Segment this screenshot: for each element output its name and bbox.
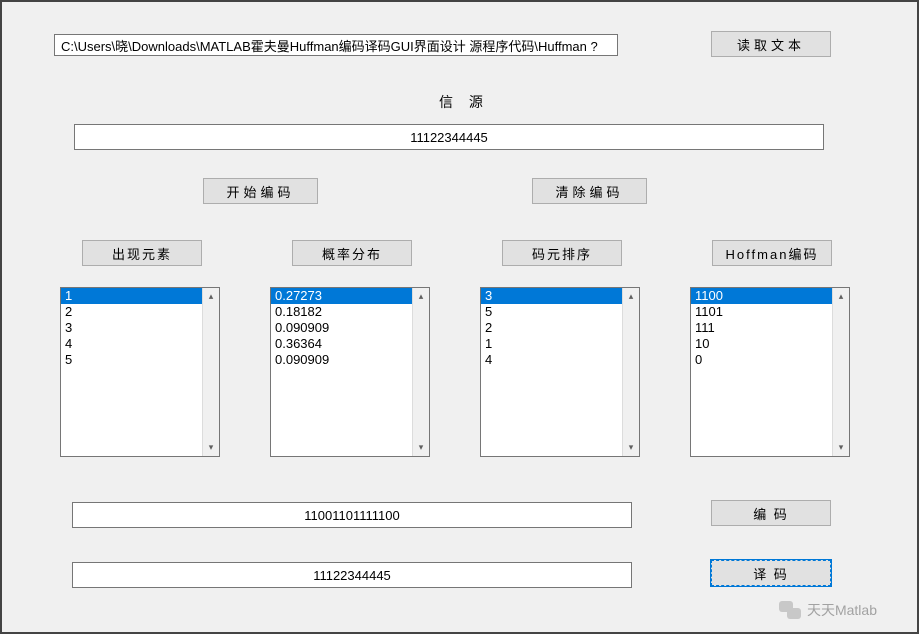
list-item[interactable]: 0.36364 [271,336,412,352]
start-encode-button[interactable]: 开始编码 [203,178,318,204]
list-item[interactable]: 4 [481,352,622,368]
list-item[interactable]: 2 [481,320,622,336]
scrollbar[interactable]: ▴ ▾ [202,288,219,456]
sort-header[interactable]: 码元排序 [502,240,622,266]
scroll-down-icon[interactable]: ▾ [413,439,429,456]
prob-listbox[interactable]: 0.27273 0.18182 0.090909 0.36364 0.09090… [270,287,430,457]
scrollbar[interactable]: ▴ ▾ [832,288,849,456]
list-item[interactable]: 0 [691,352,832,368]
scrollbar[interactable]: ▴ ▾ [412,288,429,456]
list-item[interactable]: 5 [481,304,622,320]
hoffman-header[interactable]: Hoffman编码 [712,240,832,266]
start-encode-label: 开始编码 [226,182,294,201]
list-item[interactable]: 0.090909 [271,352,412,368]
read-text-label: 读取文本 [737,35,805,54]
list-item[interactable]: 10 [691,336,832,352]
list-item[interactable]: 5 [61,352,202,368]
watermark: 天天Matlab [779,600,877,620]
list-item[interactable]: 111 [691,320,832,336]
elements-header[interactable]: 出现元素 [82,240,202,266]
scroll-down-icon[interactable]: ▾ [203,439,219,456]
list-item[interactable]: 1 [481,336,622,352]
elements-listbox[interactable]: 1 2 3 4 5 ▴ ▾ [60,287,220,457]
scroll-down-icon[interactable]: ▾ [833,439,849,456]
list-item[interactable]: 2 [61,304,202,320]
encode-button[interactable]: 编 码 [711,500,831,526]
list-item[interactable]: 4 [61,336,202,352]
encoded-output-field[interactable]: 11001101111100 [72,502,632,528]
decode-label: 译 码 [753,564,789,583]
source-label: 信 源 [424,92,504,112]
scroll-up-icon[interactable]: ▴ [203,288,219,305]
scroll-down-icon[interactable]: ▾ [623,439,639,456]
watermark-text: 天天Matlab [807,600,877,620]
clear-encode-button[interactable]: 清除编码 [532,178,647,204]
file-path-field[interactable]: C:\Users\晓\Downloads\MATLAB霍夫曼Huffman编码译… [54,34,618,56]
encoded-output-text: 11001101111100 [304,508,399,523]
list-item[interactable]: 1 [61,288,202,304]
list-item[interactable]: 0.18182 [271,304,412,320]
list-item[interactable]: 1100 [691,288,832,304]
decoded-output-field[interactable]: 11122344445 [72,562,632,588]
decoded-output-text: 11122344445 [313,568,391,583]
decode-button[interactable]: 译 码 [711,560,831,586]
list-item[interactable]: 0.090909 [271,320,412,336]
sort-listbox-content: 3 5 2 1 4 [481,288,622,456]
source-value-field[interactable]: 11122344445 [74,124,824,150]
list-item[interactable]: 1101 [691,304,832,320]
scrollbar[interactable]: ▴ ▾ [622,288,639,456]
prob-header[interactable]: 概率分布 [292,240,412,266]
prob-listbox-content: 0.27273 0.18182 0.090909 0.36364 0.09090… [271,288,412,456]
list-item[interactable]: 3 [481,288,622,304]
hoffman-listbox-content: 1100 1101 111 10 0 [691,288,832,456]
read-text-button[interactable]: 读取文本 [711,31,831,57]
encode-label: 编 码 [753,504,789,523]
clear-encode-label: 清除编码 [555,182,623,201]
list-item[interactable]: 0.27273 [271,288,412,304]
scroll-up-icon[interactable]: ▴ [413,288,429,305]
source-value-text: 11122344445 [410,130,488,145]
scroll-up-icon[interactable]: ▴ [833,288,849,305]
scroll-up-icon[interactable]: ▴ [623,288,639,305]
list-item[interactable]: 3 [61,320,202,336]
elements-listbox-content: 1 2 3 4 5 [61,288,202,456]
file-path-text: C:\Users\晓\Downloads\MATLAB霍夫曼Huffman编码译… [61,36,598,55]
hoffman-listbox[interactable]: 1100 1101 111 10 0 ▴ ▾ [690,287,850,457]
chat-icon [779,601,801,619]
sort-listbox[interactable]: 3 5 2 1 4 ▴ ▾ [480,287,640,457]
